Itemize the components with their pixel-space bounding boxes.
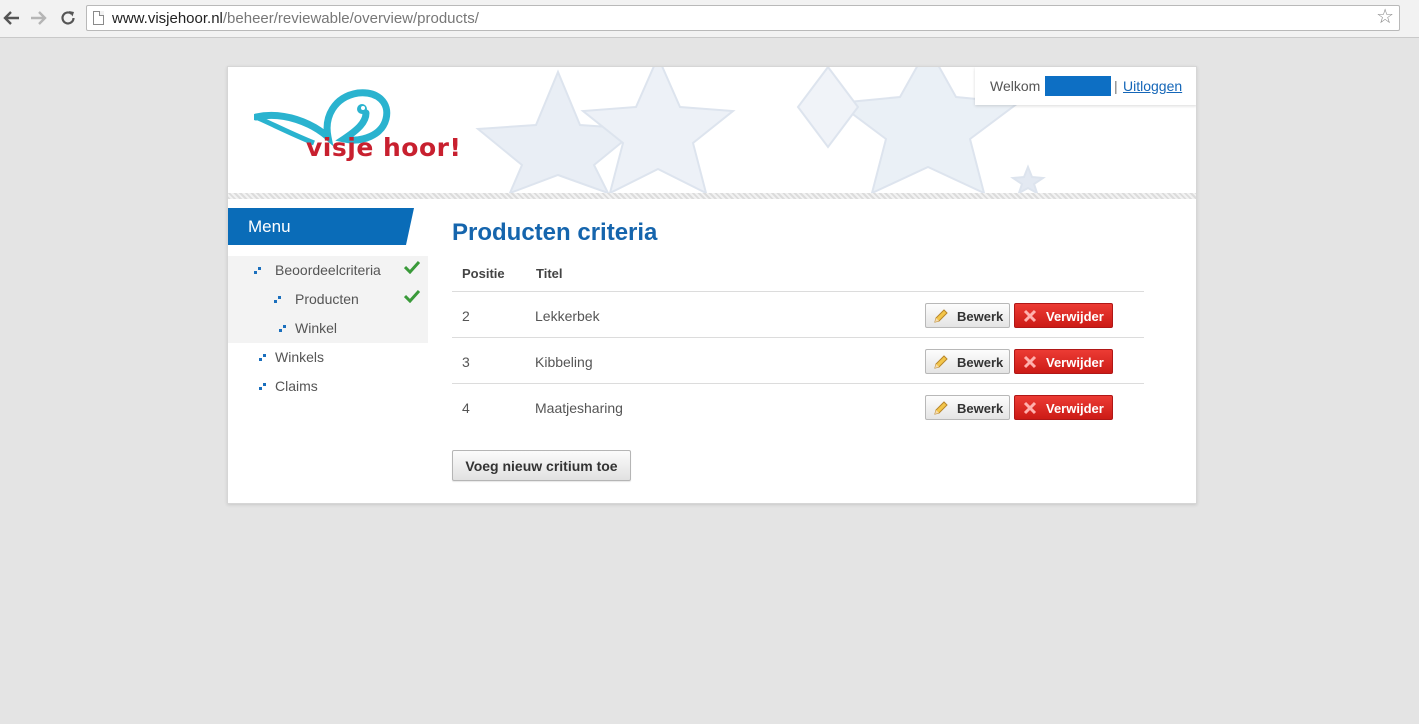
sidebar-item-winkel[interactable]: Winkel bbox=[228, 314, 428, 343]
sidebar-menu: Beoordeelcriteria Producten Winkel Winke… bbox=[228, 256, 428, 401]
table-row: 4 Maatjesharing Bewerk Verwijder bbox=[452, 384, 1144, 430]
bullet-icon bbox=[259, 354, 266, 361]
welcome-label: Welkom bbox=[990, 78, 1041, 94]
separator: | bbox=[1114, 78, 1118, 94]
sidebar-item-label: Claims bbox=[275, 378, 318, 394]
logo-text: visje hoor! bbox=[306, 133, 462, 162]
delete-label: Verwijder bbox=[1046, 401, 1104, 416]
delete-label: Verwijder bbox=[1046, 309, 1104, 324]
edit-label: Bewerk bbox=[957, 401, 1004, 416]
menu-title: Menu bbox=[248, 217, 291, 236]
back-arrow-icon[interactable] bbox=[2, 8, 22, 28]
cell-positie: 4 bbox=[462, 400, 470, 416]
username-redacted bbox=[1045, 76, 1111, 96]
criteria-table: Positie Titel 2 Lekkerbek Bewerk Verwijd… bbox=[452, 256, 1144, 430]
pencil-icon bbox=[934, 401, 948, 415]
sidebar-item-producten[interactable]: Producten bbox=[228, 285, 428, 314]
close-icon bbox=[1023, 355, 1037, 369]
add-criterium-button[interactable]: Voeg nieuw critium toe bbox=[452, 450, 631, 481]
page-title: Producten criteria bbox=[452, 219, 658, 246]
user-bar: Welkom | Uitloggen bbox=[975, 67, 1196, 105]
sidebar-item-label: Winkels bbox=[275, 349, 325, 365]
url-path: /beheer/reviewable/overview/products/ bbox=[222, 10, 479, 27]
sidebar-item-claims[interactable]: Claims bbox=[228, 372, 428, 401]
column-header-titel: Titel bbox=[536, 266, 563, 281]
cell-titel: Lekkerbek bbox=[535, 308, 600, 324]
address-bar[interactable]: www.visjehoor.nl/beheer/reviewable/overv… bbox=[86, 5, 1400, 31]
edit-label: Bewerk bbox=[957, 355, 1004, 370]
site-header: visje hoor! Welkom | Uitloggen bbox=[228, 67, 1196, 193]
edit-label: Bewerk bbox=[957, 309, 1004, 324]
url-text: www.visjehoor.nl/beheer/reviewable/overv… bbox=[112, 10, 479, 27]
delete-button[interactable]: Verwijder bbox=[1014, 349, 1113, 374]
column-header-positie: Positie bbox=[462, 266, 505, 281]
bullet-icon bbox=[274, 296, 281, 303]
sidebar-item-winkels[interactable]: Winkels bbox=[228, 343, 428, 372]
close-icon bbox=[1023, 401, 1037, 415]
browser-toolbar: www.visjehoor.nl/beheer/reviewable/overv… bbox=[0, 0, 1419, 38]
pencil-icon bbox=[934, 355, 948, 369]
edit-button[interactable]: Bewerk bbox=[925, 303, 1010, 328]
bullet-icon bbox=[279, 325, 286, 332]
checkmark-icon bbox=[404, 289, 420, 303]
delete-button[interactable]: Verwijder bbox=[1014, 395, 1113, 420]
star-icon[interactable]: ☆ bbox=[1376, 7, 1394, 27]
url-host: www.visjehoor.nl bbox=[112, 10, 223, 27]
table-row: 3 Kibbeling Bewerk Verwijder bbox=[452, 338, 1144, 384]
forward-arrow-icon[interactable] bbox=[28, 8, 48, 28]
main-panel: visje hoor! Welkom | Uitloggen Menu Beoo… bbox=[227, 66, 1197, 504]
cell-positie: 3 bbox=[462, 354, 470, 370]
edit-button[interactable]: Bewerk bbox=[925, 349, 1010, 374]
table-header: Positie Titel bbox=[452, 256, 1144, 292]
checkmark-icon bbox=[404, 260, 420, 274]
close-icon bbox=[1023, 309, 1037, 323]
cell-titel: Maatjesharing bbox=[535, 400, 623, 416]
reload-icon[interactable] bbox=[58, 8, 78, 28]
sidebar-item-beoordeelcriteria[interactable]: Beoordeelcriteria bbox=[228, 256, 428, 285]
bullet-icon bbox=[259, 383, 266, 390]
cell-positie: 2 bbox=[462, 308, 470, 324]
edit-button[interactable]: Bewerk bbox=[925, 395, 1010, 420]
table-row: 2 Lekkerbek Bewerk Verwijder bbox=[452, 292, 1144, 338]
delete-label: Verwijder bbox=[1046, 355, 1104, 370]
sidebar-item-label: Beoordeelcriteria bbox=[275, 262, 381, 278]
logout-link[interactable]: Uitloggen bbox=[1123, 78, 1182, 94]
page-icon bbox=[93, 11, 104, 25]
header-divider bbox=[228, 193, 1196, 199]
sidebar-item-label: Producten bbox=[295, 291, 359, 307]
delete-button[interactable]: Verwijder bbox=[1014, 303, 1113, 328]
bullet-icon bbox=[254, 267, 261, 274]
cell-titel: Kibbeling bbox=[535, 354, 593, 370]
sidebar-item-label: Winkel bbox=[295, 320, 338, 336]
pencil-icon bbox=[934, 309, 948, 323]
